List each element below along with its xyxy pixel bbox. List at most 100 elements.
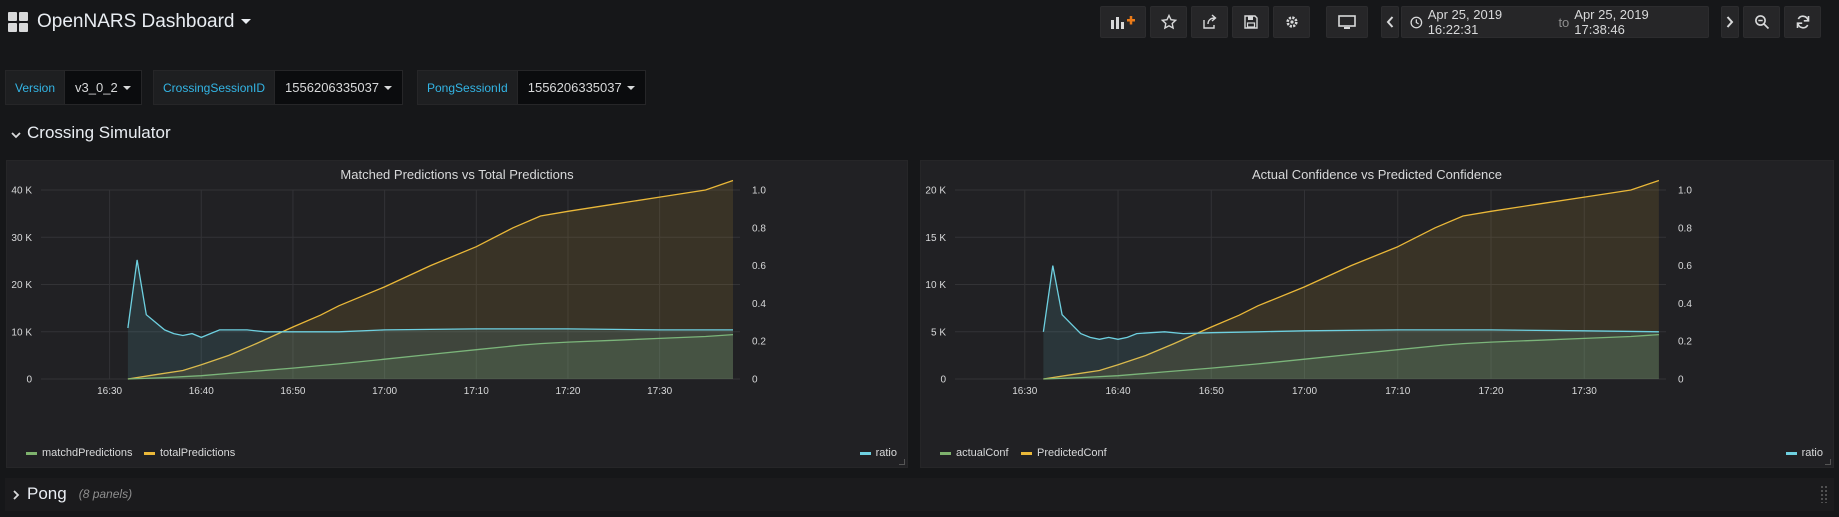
share-icon [1202,14,1217,29]
row-header-crossing-simulator[interactable]: Crossing Simulator [10,123,171,143]
legend-item-ratio[interactable]: ratio [1785,447,1823,459]
chart-matched-predictions: 0 10 K 20 K 30 K 40 K 0 0.2 0.4 0.6 0.8 1.0 16:30 16… [11,179,766,397]
dashboard-grid-icon[interactable] [8,12,28,32]
x-tick-label: 17:10 [1385,386,1410,397]
y-tick-label-right: 0.6 [752,261,766,272]
legend-item-actual-conf[interactable]: actualConf [940,447,1009,459]
legend-item-predicted-conf[interactable]: PredictedConf [1021,447,1107,459]
y-tick-label-left: 0 [940,375,946,386]
time-range-to: Apr 25, 2019 17:38:46 [1574,7,1649,37]
tv-icon [1338,15,1356,29]
variable-label: CrossingSessionID [153,70,276,105]
x-tick-label: 16:30 [97,386,122,397]
variable-crossing-session-id: CrossingSessionID 1556206335037 [153,70,404,105]
y-tick-label-left: 15 K [925,233,946,244]
x-tick-label: 16:50 [280,386,305,397]
y-tick-label-left: 5 K [931,327,946,338]
time-shift-back-button[interactable] [1381,6,1399,38]
variable-label: Version [5,70,66,105]
chevron-left-icon [1386,16,1394,28]
y-tick-label-right: 0.4 [752,299,766,310]
time-range-from: Apr 25, 2019 16:22:31 [1427,7,1503,37]
chevron-down-icon [11,131,21,138]
y-tick-label-left: 20 K [11,280,32,291]
settings-button[interactable] [1273,6,1310,38]
legend-swatch [1021,451,1032,455]
row-header-pong[interactable]: Pong (8 panels) [10,484,132,504]
x-tick-label: 16:30 [1012,386,1037,397]
time-shift-forward-button[interactable] [1721,6,1739,38]
x-tick-label: 17:20 [555,386,580,397]
x-tick-label: 16:40 [189,386,214,397]
variable-version: Version v3_0_2 [5,70,142,105]
dashboard-title[interactable]: OpenNARS Dashboard [37,11,251,33]
x-tick-label: 17:30 [647,386,672,397]
y-tick-label-left: 30 K [11,233,32,244]
y-tick-label-right: 0.8 [1678,223,1692,234]
x-tick-label: 17:00 [1292,386,1317,397]
y-tick-label-right: 0.6 [1678,261,1692,272]
time-range-picker[interactable]: Apr 25, 2019 16:22:31 to Apr 25, 2019 17… [1401,6,1709,38]
save-icon [1243,15,1258,29]
panel-resize-handle[interactable] [1825,459,1831,465]
variable-label: PongSessionId [417,70,518,105]
x-tick-label: 17:10 [464,386,489,397]
clock-icon [1410,16,1423,28]
x-tick-label: 17:30 [1572,386,1597,397]
refresh-icon [1796,15,1809,29]
y-tick-label-right: 0 [752,375,758,386]
chevron-right-icon [13,490,20,500]
zoom-out-button[interactable] [1743,6,1780,38]
drag-handle-icon[interactable] [1820,485,1828,503]
legend-swatch [1785,451,1797,455]
y-tick-label-left: 10 K [925,280,946,291]
caret-down-icon [626,85,635,90]
legend-item-ratio[interactable]: ratio [859,447,897,459]
x-tick-label: 16:40 [1106,386,1131,397]
gear-icon [1285,16,1298,28]
variable-dropdown[interactable]: 1556206335037 [275,70,404,105]
y-tick-label-left: 20 K [925,186,946,197]
y-tick-label-right: 0.2 [1678,337,1692,348]
zoom-out-icon [1754,15,1769,30]
variable-dropdown[interactable]: v3_0_2 [65,70,142,105]
chevron-right-icon [1726,16,1734,28]
add-panel-button[interactable] [1100,6,1146,38]
x-tick-label: 17:20 [1478,386,1503,397]
x-tick-label: 17:00 [372,386,397,397]
y-tick-label-left: 0 [26,375,32,386]
y-tick-label-left: 40 K [11,186,32,197]
legend-item-total-predictions[interactable]: totalPredictions [144,447,235,459]
add-panel-icon [1111,16,1135,29]
panel-matched-predictions: Matched Predictions vs Total Predictions… [6,160,908,468]
y-tick-label-right: 0.2 [752,337,766,348]
star-button[interactable] [1150,6,1187,38]
row-title: Pong [27,484,67,503]
panel-resize-handle[interactable] [899,459,905,465]
panel-actual-vs-predicted-confidence: Actual Confidence vs Predicted Confidenc… [920,160,1834,468]
tv-mode-button[interactable] [1326,6,1368,38]
legend-swatch [144,451,155,455]
x-tick-label: 16:50 [1199,386,1224,397]
refresh-button[interactable] [1784,6,1821,38]
share-button[interactable] [1191,6,1228,38]
chevron-down-icon [240,19,251,25]
y-tick-label-right: 0 [1678,375,1684,386]
y-tick-label-right: 1.0 [1678,186,1692,197]
save-button[interactable] [1232,6,1269,38]
row-panel-count: (8 panels) [78,487,133,501]
top-navbar: OpenNARS Dashboard Apr 25, 2019 16:22:31… [0,0,1839,46]
chart-actual-vs-predicted-confidence: 0 5 K 10 K 15 K 20 K 0 0.2 0.4 0.6 0.8 1.0 16:30 16:… [925,179,1692,397]
y-tick-label-right: 1.0 [752,186,766,197]
caret-down-icon [122,85,131,90]
y-tick-label-right: 0.8 [752,223,766,234]
row-bar-pong [5,478,1834,511]
legend-swatch [859,451,871,455]
legend-swatch [940,451,951,455]
row-title: Crossing Simulator [27,123,171,142]
legend-swatch [26,451,37,455]
time-range-to-word: to [1558,14,1570,30]
caret-down-icon [384,85,393,90]
legend-item-matchd-predictions[interactable]: matchdPredictions [26,447,133,459]
variable-dropdown[interactable]: 1556206335037 [517,70,646,105]
